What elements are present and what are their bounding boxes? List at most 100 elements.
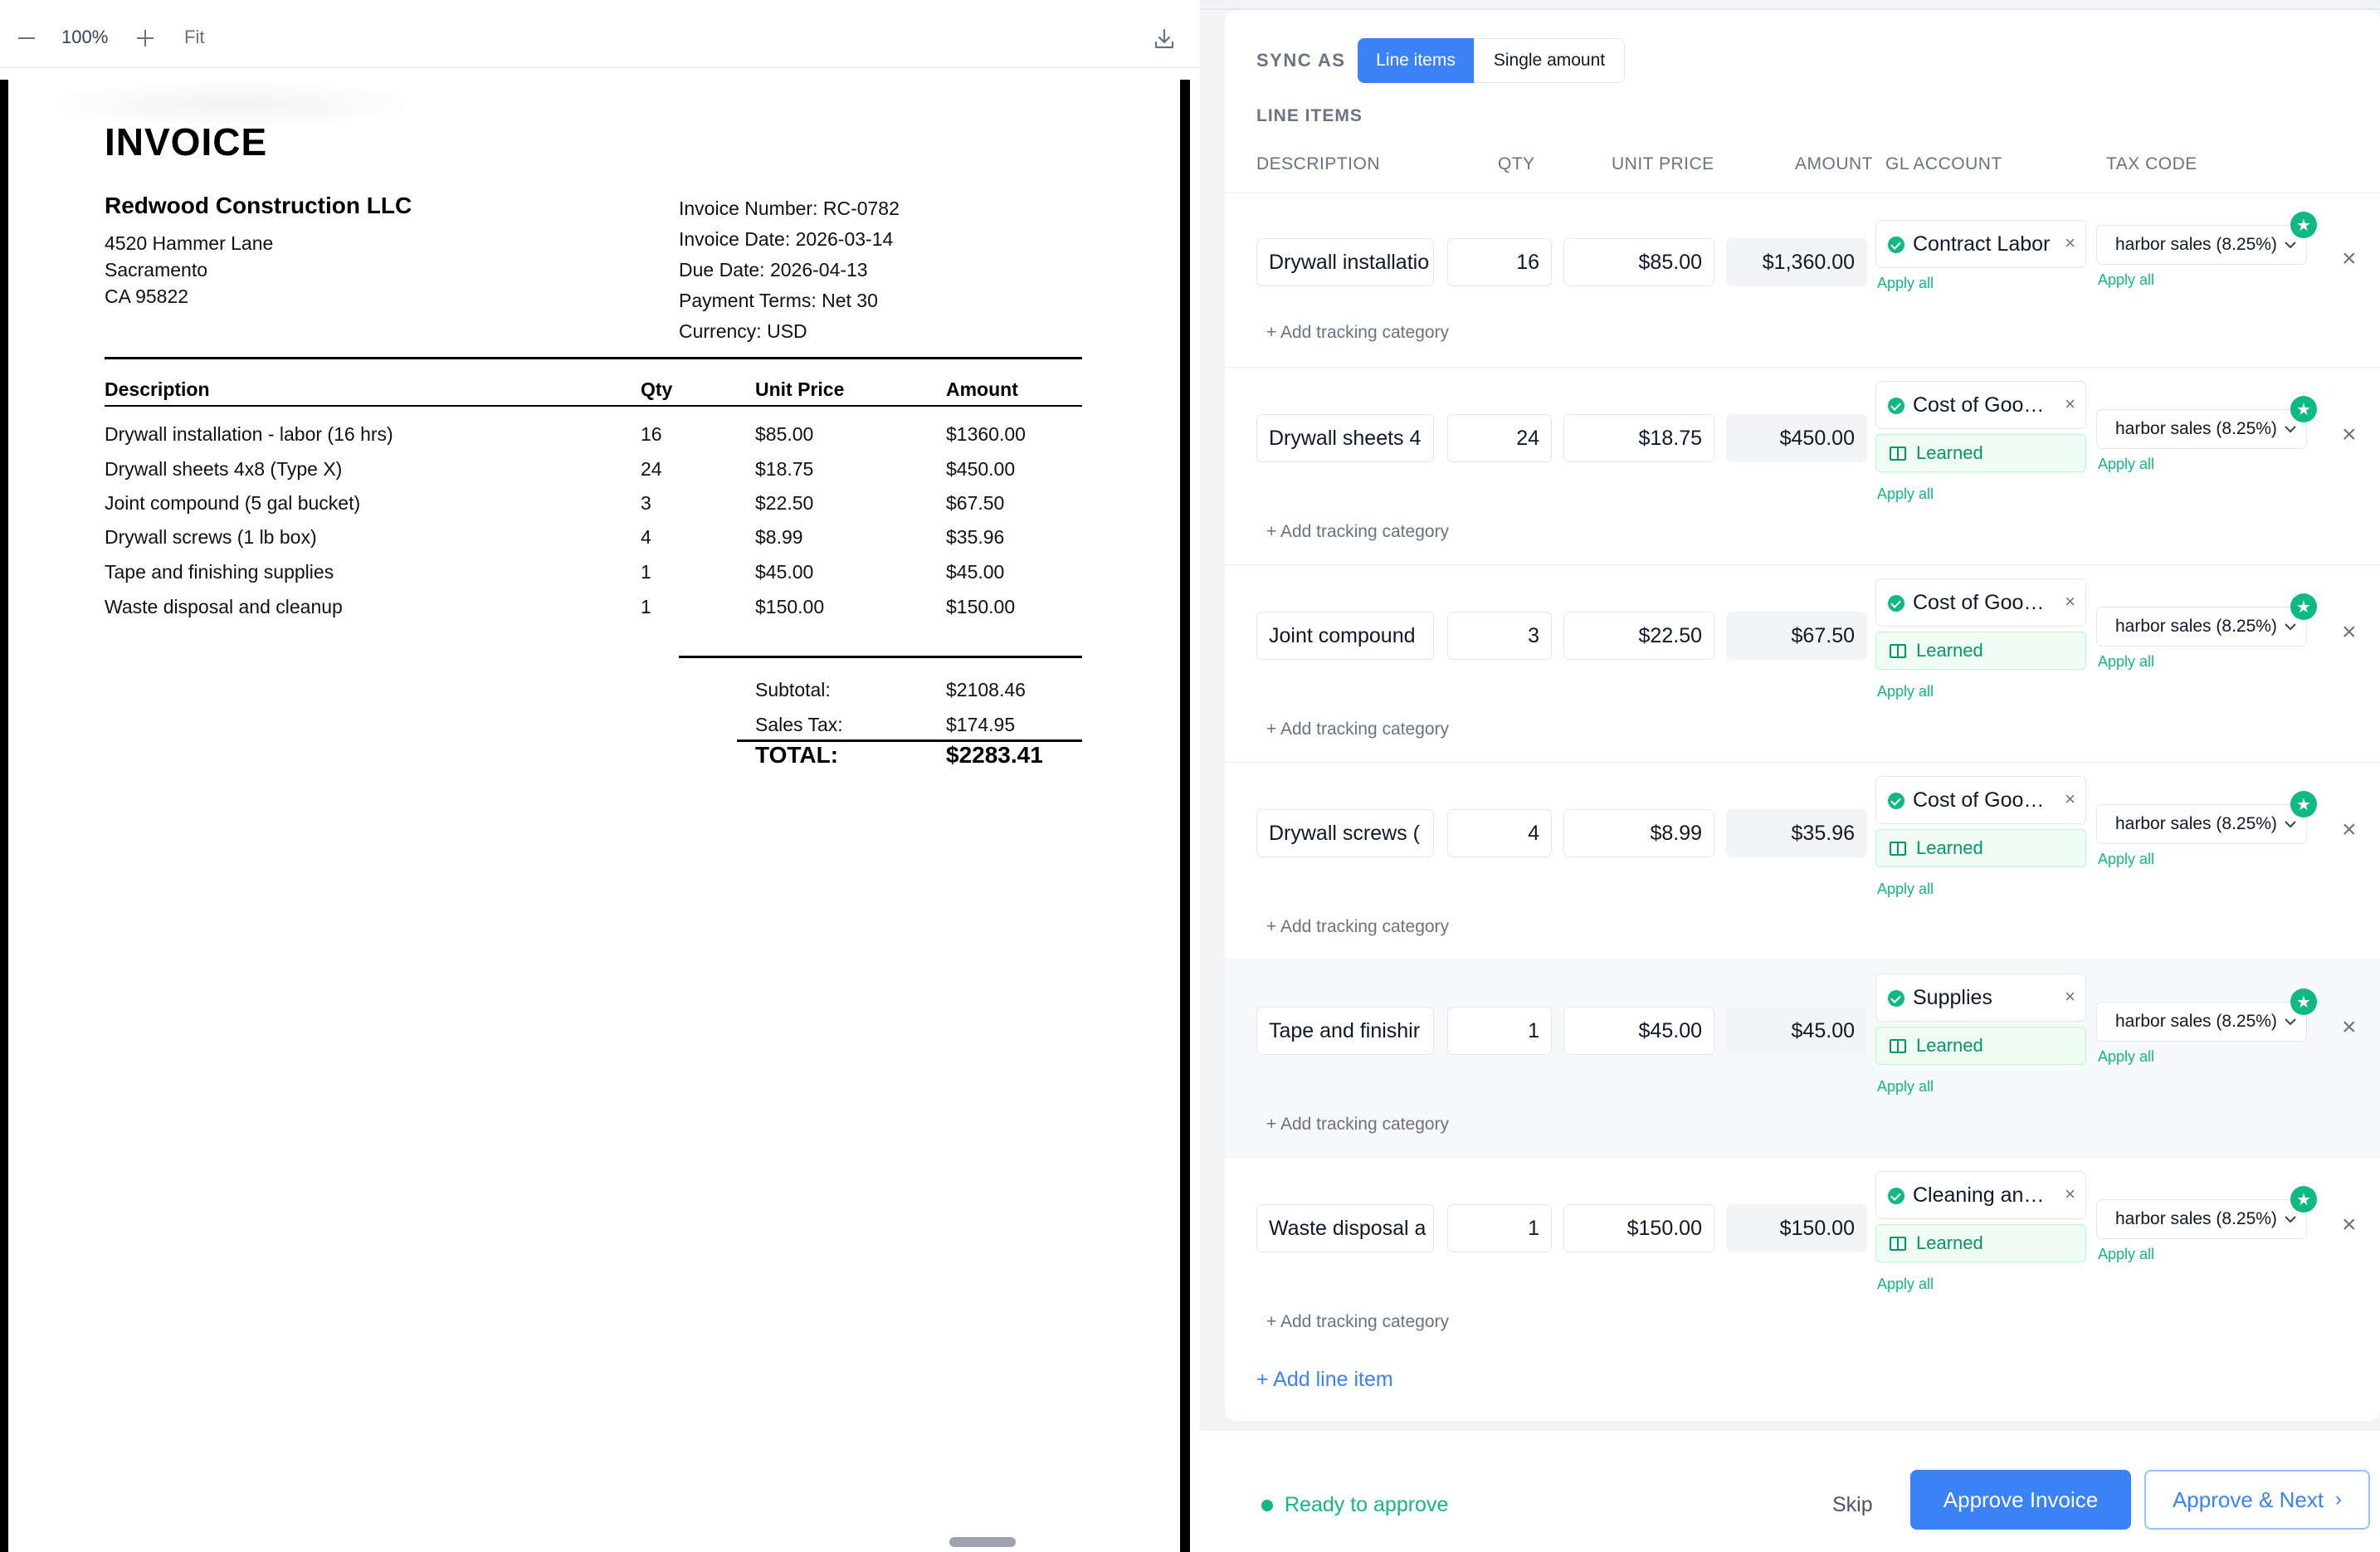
chevron-down-icon <box>2285 623 2296 631</box>
add-tracking-category-link[interactable]: + Add tracking category <box>1266 917 1449 937</box>
coding-panel: SYNC AS Line items Single amount LINE IT… <box>1200 10 2380 1552</box>
gl-apply-all-link[interactable]: Apply all <box>1877 1276 1934 1293</box>
gl-account-select[interactable]: Cost of Goo… × <box>1875 578 2086 627</box>
gl-apply-all-link[interactable]: Apply all <box>1877 683 1934 700</box>
qty-input[interactable]: 1 <box>1447 1204 1552 1252</box>
tax-apply-all-link[interactable]: Apply all <box>2098 456 2154 473</box>
delete-row-icon[interactable]: × <box>2342 1013 2357 1042</box>
approve-invoice-button[interactable]: Approve Invoice <box>1910 1470 2131 1530</box>
tax-apply-all-link[interactable]: Apply all <box>2098 1246 2154 1263</box>
line-item-row: Drywall installatio 16 $85.00 $1,360.00 … <box>1225 193 2380 390</box>
clear-icon[interactable]: × <box>2065 788 2075 810</box>
clear-icon[interactable]: × <box>2065 1184 2075 1205</box>
add-line-item-button[interactable]: + Add line item <box>1256 1368 1393 1392</box>
gl-account-select[interactable]: Contract Labor × <box>1875 220 2086 268</box>
tax-apply-all-link[interactable]: Apply all <box>2098 653 2154 671</box>
invoice-line-unit-price: $85.00 <box>755 423 814 445</box>
tax-code-select[interactable]: harbor sales (8.25%) <box>2096 1199 2307 1239</box>
gl-apply-all-link[interactable]: Apply all <box>1877 275 1934 292</box>
scroll-handle[interactable] <box>949 1537 1016 1547</box>
add-tracking-category-link[interactable]: + Add tracking category <box>1266 522 1449 542</box>
invoice-line-description: Waste disposal and cleanup <box>105 596 343 617</box>
line-item-row: Drywall screws ( 4 $8.99 $35.96 Cost of … <box>1225 762 2380 959</box>
qty-input[interactable]: 24 <box>1447 414 1552 462</box>
gl-account-select[interactable]: Supplies × <box>1875 974 2086 1022</box>
clear-icon[interactable]: × <box>2065 986 2075 1008</box>
unit-price-input[interactable]: $45.00 <box>1563 1007 1714 1055</box>
invoice-line-unit-price: $150.00 <box>755 596 825 617</box>
tax-code-select[interactable]: harbor sales (8.25%) <box>2096 409 2307 449</box>
delete-row-icon[interactable]: × <box>2342 1211 2357 1239</box>
status-dot-icon <box>1261 1500 1273 1511</box>
gl-account-select[interactable]: Cost of Goo… × <box>1875 381 2086 429</box>
tax-code-select[interactable]: harbor sales (8.25%) <box>2096 225 2307 265</box>
description-input[interactable]: Drywall screws ( <box>1256 809 1434 857</box>
gl-account-select[interactable]: Cleaning an… × <box>1875 1171 2086 1219</box>
clear-icon[interactable]: × <box>2065 393 2075 415</box>
tax-apply-all-link[interactable]: Apply all <box>2098 1048 2154 1066</box>
invoice-line-amount: $67.50 <box>946 492 1005 514</box>
delete-row-icon[interactable]: × <box>2342 245 2357 273</box>
delete-row-icon[interactable]: × <box>2342 421 2357 449</box>
description-input[interactable]: Joint compound <box>1256 612 1434 660</box>
qty-input[interactable]: 3 <box>1447 612 1552 660</box>
learned-badge: Learned <box>1875 829 2086 867</box>
star-icon: ★ <box>2290 1186 2317 1213</box>
fit-button[interactable]: Fit <box>184 27 204 48</box>
ready-status: Ready to approve <box>1285 1493 1449 1516</box>
add-tracking-category-link[interactable]: + Add tracking category <box>1266 720 1449 739</box>
amount-field: $67.50 <box>1726 612 1867 660</box>
learned-label: Learned <box>1916 1232 1983 1253</box>
tax-code-select[interactable]: harbor sales (8.25%) <box>2096 804 2307 844</box>
delete-row-icon[interactable]: × <box>2342 816 2357 844</box>
invoice-line-description: Joint compound (5 gal bucket) <box>105 492 361 514</box>
invoice-line-description: Drywall installation - labor (16 hrs) <box>105 423 393 445</box>
gl-apply-all-link[interactable]: Apply all <box>1877 486 1934 503</box>
description-input[interactable]: Tape and finishir <box>1256 1007 1434 1055</box>
sync-single-amount-toggle[interactable]: Single amount <box>1474 38 1625 83</box>
tax-apply-all-link[interactable]: Apply all <box>2098 271 2154 289</box>
minus-icon[interactable] <box>17 28 37 48</box>
gl-apply-all-link[interactable]: Apply all <box>1877 881 1934 898</box>
gl-account-select[interactable]: Cost of Goo… × <box>1875 776 2086 824</box>
unit-price-input[interactable]: $8.99 <box>1563 809 1714 857</box>
approve-next-button[interactable]: Approve & Next › <box>2144 1470 2370 1530</box>
gl-account-value: Contract Labor <box>1913 232 2051 256</box>
header-qty: QTY <box>1498 154 1535 173</box>
unit-price-input[interactable]: $18.75 <box>1563 414 1714 462</box>
qty-input[interactable]: 4 <box>1447 809 1552 857</box>
add-tracking-category-link[interactable]: + Add tracking category <box>1266 323 1449 343</box>
total-value: $2283.41 <box>946 742 1043 768</box>
unit-price-input[interactable]: $22.50 <box>1563 612 1714 660</box>
check-circle-icon <box>1888 595 1904 612</box>
header-tax-code: TAX CODE <box>2106 154 2197 173</box>
document-frame: INVOICE Redwood Construction LLC 4520 Ha… <box>0 80 1190 1552</box>
tax-code-select[interactable]: harbor sales (8.25%) <box>2096 607 2307 647</box>
add-tracking-category-link[interactable]: + Add tracking category <box>1266 1115 1449 1135</box>
clear-icon[interactable]: × <box>2065 232 2075 254</box>
download-icon[interactable] <box>1152 27 1177 51</box>
unit-price-input[interactable]: $150.00 <box>1563 1204 1714 1252</box>
gl-apply-all-link[interactable]: Apply all <box>1877 1078 1934 1096</box>
qty-input[interactable]: 16 <box>1447 238 1552 286</box>
tax-apply-all-link[interactable]: Apply all <box>2098 851 2154 868</box>
delete-row-icon[interactable]: × <box>2342 618 2357 647</box>
unit-price-input[interactable]: $85.00 <box>1563 238 1714 286</box>
amount-field: $35.96 <box>1726 809 1867 857</box>
skip-button[interactable]: Skip <box>1832 1493 1873 1517</box>
chevron-down-icon <box>2285 1018 2296 1026</box>
add-tracking-category-link[interactable]: + Add tracking category <box>1266 1312 1449 1332</box>
star-icon: ★ <box>2290 988 2317 1015</box>
plus-icon[interactable] <box>135 28 155 48</box>
invoice-title: INVOICE <box>105 120 268 163</box>
tax-code-select[interactable]: harbor sales (8.25%) <box>2096 1002 2307 1042</box>
clear-icon[interactable]: × <box>2065 591 2075 613</box>
description-input[interactable]: Waste disposal a <box>1256 1204 1434 1252</box>
sales-tax-label: Sales Tax: <box>755 714 843 735</box>
book-icon <box>1890 1237 1906 1251</box>
description-input[interactable]: Drywall installatio <box>1256 238 1434 286</box>
chevron-down-icon <box>2285 242 2296 249</box>
qty-input[interactable]: 1 <box>1447 1007 1552 1055</box>
description-input[interactable]: Drywall sheets 4 <box>1256 414 1434 462</box>
sync-line-items-toggle[interactable]: Line items <box>1358 38 1474 83</box>
